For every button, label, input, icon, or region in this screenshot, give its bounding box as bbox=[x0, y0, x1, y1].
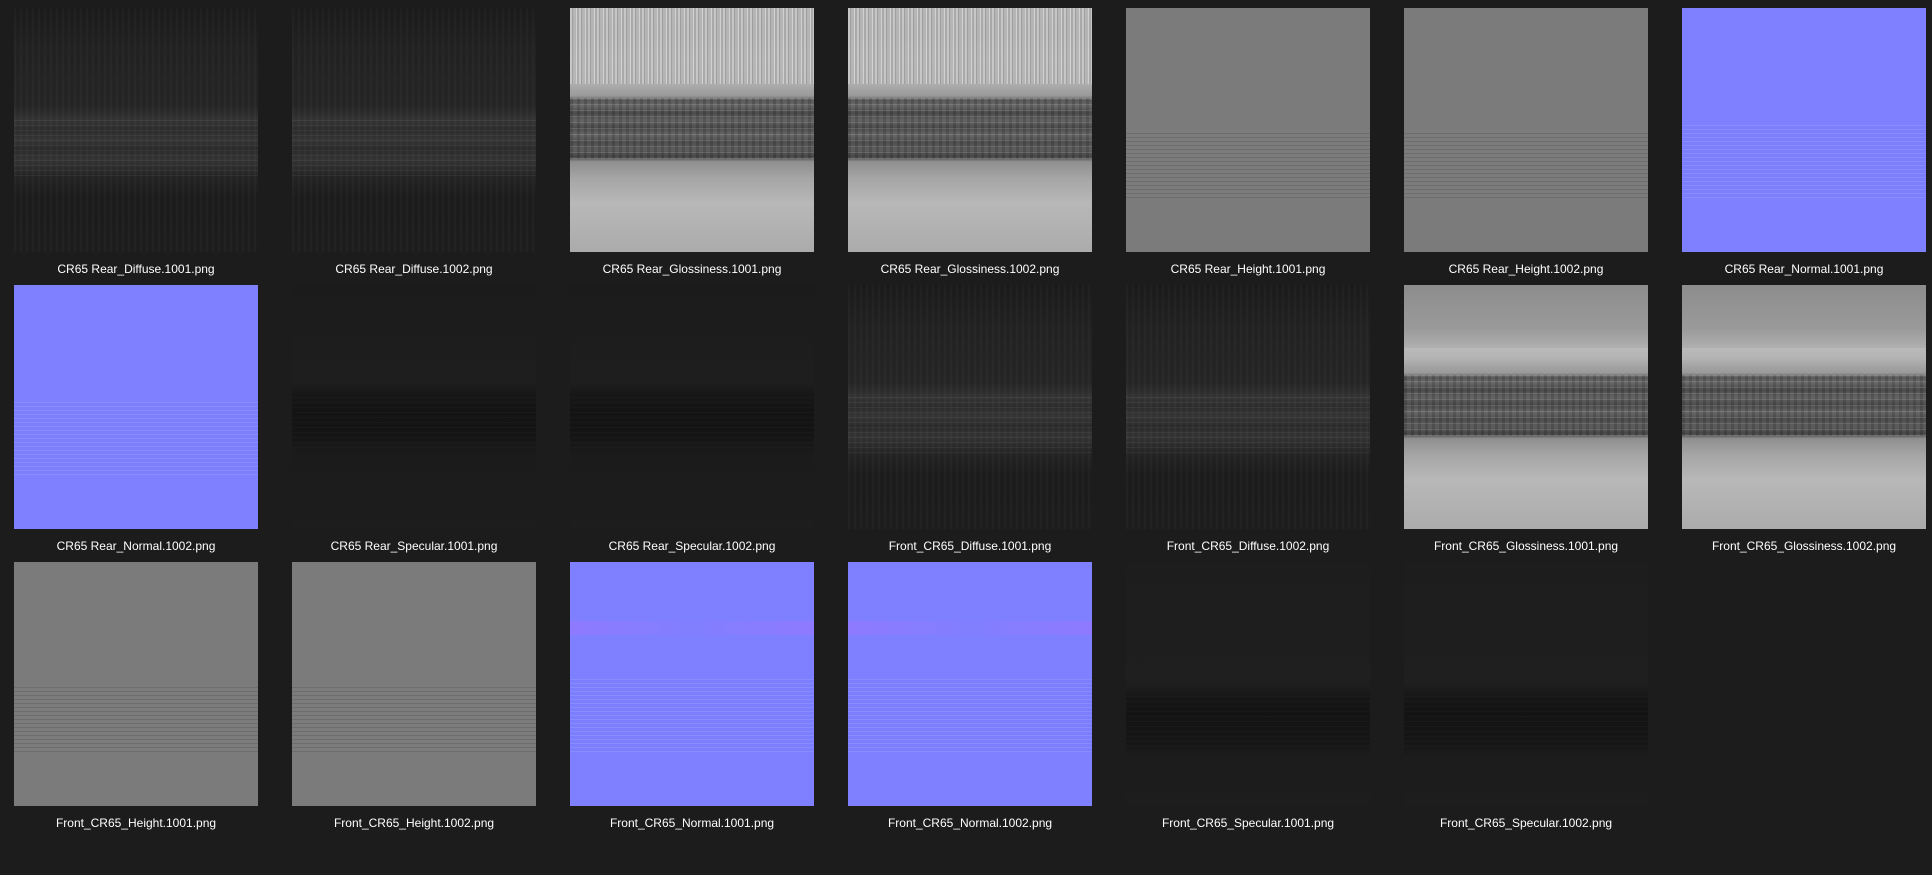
file-thumbnail-grid: CR65 Rear_Diffuse.1001.png CR65 Rear_Dif… bbox=[14, 8, 1926, 839]
file-thumbnail bbox=[292, 562, 536, 806]
file-name-label: CR65 Rear_Height.1001.png bbox=[1170, 262, 1326, 276]
file-thumbnail bbox=[570, 285, 814, 529]
file-name-label: Front_CR65_Diffuse.1002.png bbox=[1166, 539, 1330, 553]
file-thumbnail bbox=[1404, 285, 1648, 529]
file-tile[interactable]: CR65 Rear_Normal.1002.png bbox=[14, 285, 258, 562]
file-name-label: CR65 Rear_Specular.1001.png bbox=[330, 539, 498, 553]
file-name-label: CR65 Rear_Glossiness.1002.png bbox=[880, 262, 1060, 276]
file-thumbnail bbox=[1404, 8, 1648, 252]
file-tile[interactable]: CR65 Rear_Diffuse.1002.png bbox=[292, 8, 536, 285]
file-thumbnail bbox=[1682, 8, 1926, 252]
file-thumbnail bbox=[14, 562, 258, 806]
file-tile[interactable]: CR65 Rear_Height.1001.png bbox=[1126, 8, 1370, 285]
file-tile[interactable]: CR65 Rear_Specular.1001.png bbox=[292, 285, 536, 562]
file-thumbnail bbox=[1126, 562, 1370, 806]
file-tile[interactable]: Front_CR65_Specular.1001.png bbox=[1126, 562, 1370, 839]
file-tile[interactable]: Front_CR65_Glossiness.1001.png bbox=[1404, 285, 1648, 562]
file-tile[interactable]: Front_CR65_Diffuse.1002.png bbox=[1126, 285, 1370, 562]
file-tile[interactable]: CR65 Rear_Glossiness.1002.png bbox=[848, 8, 1092, 285]
file-thumbnail bbox=[1126, 285, 1370, 529]
file-name-label: CR65 Rear_Normal.1002.png bbox=[56, 539, 216, 553]
file-tile[interactable]: Front_CR65_Normal.1002.png bbox=[848, 562, 1092, 839]
file-thumbnail bbox=[848, 562, 1092, 806]
file-thumbnail bbox=[292, 285, 536, 529]
file-tile[interactable]: Front_CR65_Normal.1001.png bbox=[570, 562, 814, 839]
file-explorer-view: CR65 Rear_Diffuse.1001.png CR65 Rear_Dif… bbox=[0, 0, 1932, 875]
file-name-label: Front_CR65_Glossiness.1001.png bbox=[1433, 539, 1619, 553]
file-tile[interactable]: CR65 Rear_Height.1002.png bbox=[1404, 8, 1648, 285]
file-thumbnail bbox=[14, 285, 258, 529]
file-tile[interactable]: CR65 Rear_Normal.1001.png bbox=[1682, 8, 1926, 285]
file-name-label: Front_CR65_Specular.1001.png bbox=[1161, 816, 1335, 830]
file-tile[interactable]: Front_CR65_Specular.1002.png bbox=[1404, 562, 1648, 839]
file-name-label: CR65 Rear_Specular.1002.png bbox=[608, 539, 776, 553]
file-name-label: Front_CR65_Diffuse.1001.png bbox=[888, 539, 1052, 553]
file-tile[interactable]: Front_CR65_Height.1002.png bbox=[292, 562, 536, 839]
file-thumbnail bbox=[1126, 8, 1370, 252]
file-name-label: CR65 Rear_Diffuse.1001.png bbox=[57, 262, 215, 276]
file-name-label: Front_CR65_Height.1001.png bbox=[55, 816, 217, 830]
file-thumbnail bbox=[1404, 562, 1648, 806]
file-tile[interactable]: Front_CR65_Diffuse.1001.png bbox=[848, 285, 1092, 562]
file-name-label: CR65 Rear_Normal.1001.png bbox=[1724, 262, 1884, 276]
file-thumbnail bbox=[848, 285, 1092, 529]
file-thumbnail bbox=[848, 8, 1092, 252]
file-name-label: CR65 Rear_Height.1002.png bbox=[1448, 262, 1604, 276]
file-thumbnail bbox=[292, 8, 536, 252]
file-tile[interactable]: Front_CR65_Height.1001.png bbox=[14, 562, 258, 839]
file-name-label: Front_CR65_Normal.1002.png bbox=[887, 816, 1053, 830]
file-thumbnail bbox=[570, 562, 814, 806]
file-thumbnail bbox=[14, 8, 258, 252]
file-tile[interactable]: Front_CR65_Glossiness.1002.png bbox=[1682, 285, 1926, 562]
file-name-label: Front_CR65_Normal.1001.png bbox=[609, 816, 775, 830]
file-name-label: Front_CR65_Specular.1002.png bbox=[1439, 816, 1613, 830]
file-tile[interactable]: CR65 Rear_Specular.1002.png bbox=[570, 285, 814, 562]
file-name-label: Front_CR65_Height.1002.png bbox=[333, 816, 495, 830]
file-thumbnail bbox=[1682, 285, 1926, 529]
file-name-label: CR65 Rear_Diffuse.1002.png bbox=[335, 262, 493, 276]
file-tile[interactable]: CR65 Rear_Diffuse.1001.png bbox=[14, 8, 258, 285]
file-thumbnail bbox=[570, 8, 814, 252]
file-name-label: Front_CR65_Glossiness.1002.png bbox=[1711, 539, 1897, 553]
file-name-label: CR65 Rear_Glossiness.1001.png bbox=[602, 262, 782, 276]
file-tile[interactable]: CR65 Rear_Glossiness.1001.png bbox=[570, 8, 814, 285]
